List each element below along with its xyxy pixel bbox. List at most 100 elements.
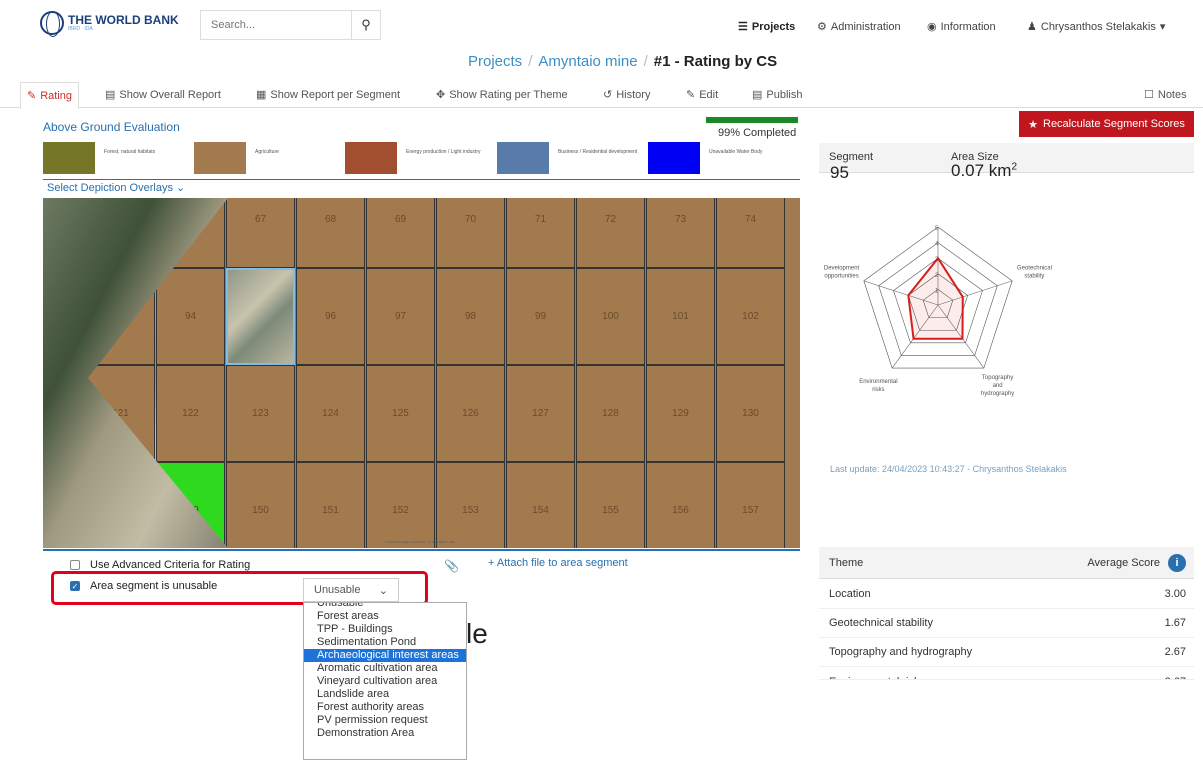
book-icon: ▤ (752, 89, 763, 101)
map-mask (43, 198, 228, 548)
advanced-criteria-label: Use Advanced Criteria for Rating (90, 559, 251, 571)
table-icon: ▦ (256, 89, 267, 101)
theme-score: 1.67 (1164, 617, 1186, 629)
search-box: ⚲ (200, 10, 381, 40)
col-score: Average Score (1087, 557, 1160, 569)
tab-publish[interactable]: ▤ Publish (752, 88, 803, 102)
theme-score: 3.00 (1164, 588, 1186, 600)
col-theme: Theme (829, 557, 864, 569)
chevron-down-icon: ⌄ (378, 585, 388, 597)
radar-axis-label: Topography and hydrography (981, 375, 1014, 397)
col-segment: Segment (829, 151, 874, 163)
user-menu[interactable]: ♟ Chrysanthos Stelakakis ▾ (1027, 20, 1165, 34)
dropdown-option[interactable]: Unusable (304, 603, 466, 610)
divider (43, 179, 800, 180)
nav-projects[interactable]: ☰ Projects (738, 20, 796, 34)
occluded-text: le (466, 618, 488, 649)
attach-file-label: Attach file to area segment (496, 557, 628, 569)
breadcrumb-project[interactable]: Amyntaio mine (538, 53, 637, 70)
unusable-reason-select[interactable]: Unusable ⌄ (303, 578, 399, 602)
star-icon: ★ (1028, 118, 1038, 131)
theme-row: Location 3.00 (819, 580, 1194, 609)
legend-swatch (194, 142, 246, 174)
chevron-down-icon: ⌄ (176, 182, 186, 194)
theme-score: 2.67 (1164, 646, 1186, 658)
legend-label: Forest, natural habitats (104, 149, 156, 155)
tab-overall-report[interactable]: ▤ Show Overall Report (105, 88, 221, 102)
recalculate-label: Recalculate Segment Scores (1043, 118, 1185, 130)
globe-icon (40, 11, 64, 37)
breadcrumb-projects[interactable]: Projects (468, 53, 522, 70)
info-icon[interactable]: i (1168, 554, 1186, 572)
segment-area-value: 0.07 km (951, 161, 1012, 180)
dropdown-option[interactable]: Vineyard cultivation area (304, 675, 466, 688)
tab-rating-per-theme[interactable]: ✥ Show Rating per Theme (436, 88, 568, 102)
world-bank-logo[interactable]: THE WORLD BANK IBRD · IDA (40, 11, 179, 37)
radar-tick-label: 5 (935, 226, 939, 232)
legend-label: Agriculture (255, 149, 279, 155)
theme-row: Topography and hydrography 2.67 (819, 638, 1194, 667)
logo-text: THE WORLD BANK (68, 12, 179, 27)
dropdown-option[interactable]: Landslide area (304, 688, 466, 701)
tab-notes-label: Notes (1157, 88, 1187, 101)
radar-axis-label: Development opportunities (824, 266, 860, 280)
dropdown-option[interactable]: Archaeological interest areas (304, 649, 466, 662)
checkbox-unchecked[interactable] (70, 560, 80, 570)
nav-administration[interactable]: ⚙ Administration (817, 20, 901, 34)
map-attribution: © OpenStreetMap contributors · © 2023 Ma… (385, 540, 456, 544)
evaluation-title: Above Ground Evaluation (43, 120, 180, 134)
dropdown-option[interactable]: Forest authority areas (304, 701, 466, 714)
edit-icon: ✎ (27, 90, 37, 102)
dropdown-option[interactable]: TPP - Buildings (304, 623, 466, 636)
attach-file-link[interactable]: + Attach file to area segment (488, 557, 628, 569)
segment-number: 95 (830, 163, 849, 182)
history-icon: ↺ (603, 89, 613, 101)
progress-label: 99% Completed (718, 127, 797, 139)
search-button[interactable]: ⚲ (351, 11, 380, 39)
tab-publish-label: Publish (766, 88, 803, 101)
overlay-toggle[interactable]: Select Depiction Overlays ⌄ (47, 181, 185, 194)
dropdown-option[interactable]: Aromatic cultivation area (304, 662, 466, 675)
list-icon: ☰ (738, 21, 748, 33)
recalculate-button[interactable]: ★ Recalculate Segment Scores (1019, 111, 1194, 137)
dropdown-option[interactable]: PV permission request (304, 714, 466, 727)
search-icon: ⚲ (361, 17, 371, 32)
theme-name: Geotechnical stability (829, 617, 933, 629)
advanced-criteria-checkbox[interactable]: Use Advanced Criteria for Rating (70, 559, 250, 571)
theme-name: Environmental risks (829, 676, 925, 679)
radar-tick-label: 4 (935, 242, 939, 248)
tab-edit-label: Edit (699, 88, 719, 101)
tab-rating[interactable]: ✎ Rating (20, 82, 80, 109)
theme-row: Geotechnical stability 1.67 (819, 609, 1194, 638)
theme-score: 2.67 (1165, 676, 1186, 679)
theme-name: Location (829, 588, 871, 600)
user-icon: ♟ (1027, 21, 1037, 33)
nav-administration-label: Administration (830, 20, 901, 33)
nav-information[interactable]: ◉ Information (927, 20, 996, 34)
theme-table-header: Theme Average Score i (819, 547, 1194, 579)
signpost-icon: ✥ (436, 89, 446, 101)
legend-label: Unavailable Water Body (709, 149, 763, 155)
paperclip-icon[interactable]: 📎 (444, 559, 459, 573)
dropdown-option[interactable]: Sedimentation Pond (304, 636, 466, 649)
user-name: Chrysanthos Stelakakis (1040, 20, 1156, 33)
tab-report-per-segment[interactable]: ▦ Show Report per Segment (256, 88, 400, 102)
radar-axis-label: Geotechnical stability (1017, 266, 1052, 280)
gears-icon: ⚙ (817, 21, 827, 33)
tab-notes[interactable]: ☐ Notes (1144, 88, 1187, 102)
search-input[interactable] (201, 11, 351, 39)
divider (43, 549, 800, 551)
dropdown-option[interactable]: Forest areas (304, 610, 466, 623)
tab-history[interactable]: ↺ History (603, 88, 650, 102)
tab-edit[interactable]: ✎ Edit (686, 88, 719, 102)
legend-swatch (497, 142, 549, 174)
legend-label: Energy production / Light industry (406, 149, 481, 155)
tab-rating-per-theme-label: Show Rating per Theme (449, 88, 568, 101)
legend-swatch (43, 142, 95, 174)
legend-swatch (648, 142, 700, 174)
legend-swatch (345, 142, 397, 174)
segment-map[interactable]: 6667686970717273749394959697989910010110… (43, 198, 800, 548)
select-dropdown[interactable]: Unusable Forest areas TPP - Buildings Sedim… (303, 602, 467, 760)
dropdown-option[interactable]: Demonstration Area (304, 727, 466, 740)
nav-projects-label: Projects (751, 20, 796, 33)
